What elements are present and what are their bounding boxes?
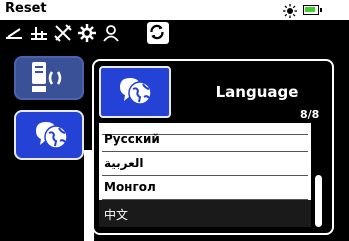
menu-toolbar xyxy=(0,20,349,46)
manual-volume-icon xyxy=(32,62,62,92)
reset-icon[interactable] xyxy=(147,22,169,44)
page-title: Reset xyxy=(5,1,47,16)
language-list[interactable]: Русский العربية Монгол 中文 xyxy=(99,123,311,227)
dialog-title: Language xyxy=(215,83,299,101)
list-item[interactable]: Монгол xyxy=(99,176,311,200)
settings-gear-icon[interactable] xyxy=(77,23,97,43)
user-icon[interactable] xyxy=(101,23,121,43)
battery-icon xyxy=(303,5,322,15)
brightness-icon xyxy=(283,3,297,18)
scrollbar-thumb[interactable] xyxy=(315,175,322,227)
tools-icon[interactable] xyxy=(53,23,73,43)
list-item-selected[interactable]: 中文 xyxy=(99,200,311,227)
list-item[interactable]: Русский xyxy=(99,128,311,152)
ground-balance-icon[interactable] xyxy=(4,23,24,43)
manual-tile[interactable] xyxy=(14,56,84,100)
language-tile[interactable] xyxy=(14,110,84,160)
notch-icon[interactable] xyxy=(29,23,49,43)
language-globe-chat-icon xyxy=(36,122,68,149)
list-item[interactable]: العربية xyxy=(99,152,311,176)
language-globe-chat-icon xyxy=(120,78,152,105)
